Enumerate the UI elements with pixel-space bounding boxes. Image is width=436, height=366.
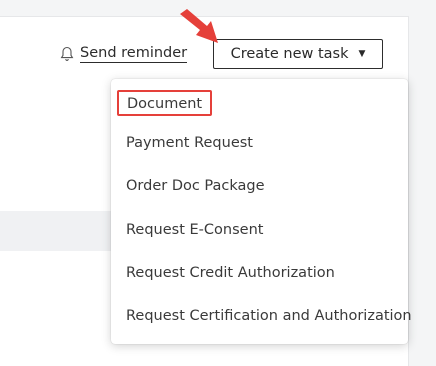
menu-item-document[interactable]: Document (117, 90, 213, 116)
menu-item-order-doc-package[interactable]: Order Doc Package (126, 175, 265, 197)
caret-down-icon: ▼ (358, 48, 366, 59)
create-task-dropdown-menu: Document Payment Request Order Doc Packa… (111, 79, 412, 344)
bell-icon (60, 46, 74, 62)
create-new-task-label: Create new task (230, 46, 349, 62)
create-new-task-button[interactable]: Create new task ▼ (213, 39, 383, 69)
send-reminder-link[interactable]: Send reminder (60, 44, 188, 64)
menu-item-request-credit-authorization[interactable]: Request Credit Authorization (126, 262, 335, 284)
menu-item-request-e-consent[interactable]: Request E-Consent (126, 219, 263, 241)
menu-item-payment-request[interactable]: Payment Request (126, 132, 253, 154)
menu-item-request-certification-and-authorization[interactable]: Request Certification and Authorization (126, 305, 412, 327)
send-reminder-label[interactable]: Send reminder (80, 45, 188, 63)
annotation-arrow-icon (180, 9, 218, 43)
